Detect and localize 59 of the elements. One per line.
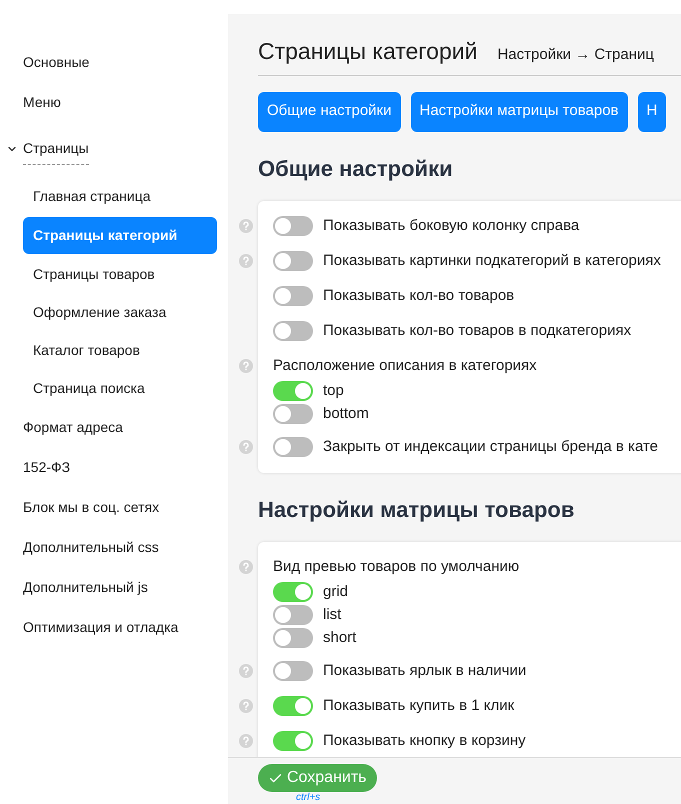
sidebar-item[interactable]: Страницы товаров [23,257,165,292]
option-label: bottom [323,404,369,424]
sidebar-item[interactable]: Дополнительный css [23,529,159,566]
toggle-switch[interactable] [273,437,313,457]
setting-label: Показывать кол-во товаров в подкатегориях [323,320,632,341]
setting-label: Вид превью товаров по умолчанию [273,556,520,577]
setting-label: Показывать купить в 1 клик [323,696,514,716]
section-heading: Настройки матрицы товаров [258,496,576,524]
help-icon[interactable] [239,560,253,574]
toggle-switch[interactable] [273,216,313,236]
help-icon[interactable] [239,254,253,268]
setting-label: Показывать ярлык в наличии [323,660,526,681]
sidebar-item[interactable]: Страница поиска [23,371,155,406]
setting-label: Закрыть от индексации страницы бренда в кате [323,436,658,457]
section-heading: Общие настройки [258,154,454,183]
setting-label: Показывать картинки подкатегорий в категориях [323,250,661,271]
tab-button[interactable]: Настройки матрицы товаров [410,92,628,132]
toggle-switch[interactable] [273,696,313,716]
toggle-switch[interactable] [273,286,313,306]
breadcrumb: Настройки → Страниц [497,45,654,65]
toggle-switch[interactable] [273,605,313,625]
toggle-switch[interactable] [273,582,313,602]
tab-button[interactable]: Н [638,92,666,132]
sidebar-item[interactable]: Страницы [23,132,89,165]
toggle-switch[interactable] [273,321,313,341]
option-label: top [323,380,344,401]
toggle-switch[interactable] [273,731,313,751]
page-title: Страницы категорий [258,37,478,66]
help-icon[interactable] [239,219,253,233]
option-label: grid [323,582,348,602]
help-icon[interactable] [239,699,253,713]
sidebar-item[interactable]: Оформление заказа [23,295,176,330]
tab-button[interactable]: Общие настройки [258,92,400,132]
setting-label: Расположение описания в категориях [273,356,537,376]
sidebar-item[interactable]: Основные [23,44,90,81]
sidebar-item[interactable]: Оптимизация и отладка [23,609,178,646]
toggle-switch[interactable] [273,381,313,401]
sidebar-item[interactable]: Блок мы в соц. сетях [23,489,160,526]
setting-label: Показывать кол-во товаров [323,286,514,306]
sidebar-item[interactable]: Формат адреса [23,409,123,446]
sidebar-item[interactable]: Главная страница [23,179,161,214]
sidebar-item[interactable]: Каталог товаров [23,333,150,368]
option-label: list [323,604,342,625]
setting-label: Показывать кнопку в корзину [323,730,526,751]
option-label: short [323,628,356,648]
toggle-switch[interactable] [273,661,313,681]
shortcut-hint: ctrl+s [296,792,320,803]
help-icon[interactable] [239,440,253,454]
setting-label: Показывать боковую колонку справа [323,216,580,236]
help-icon[interactable] [239,664,253,678]
toggle-switch[interactable] [273,251,313,271]
sidebar-item[interactable]: Дополнительный js [23,569,148,606]
sidebar-item[interactable]: Меню [23,84,61,121]
toggle-switch[interactable] [273,628,313,648]
sidebar-item[interactable]: 152-ФЗ [23,449,70,486]
help-icon[interactable] [239,734,253,748]
sidebar-item[interactable]: Страницы категорий [23,217,217,254]
help-icon[interactable] [239,359,253,373]
toggle-switch[interactable] [273,404,313,424]
